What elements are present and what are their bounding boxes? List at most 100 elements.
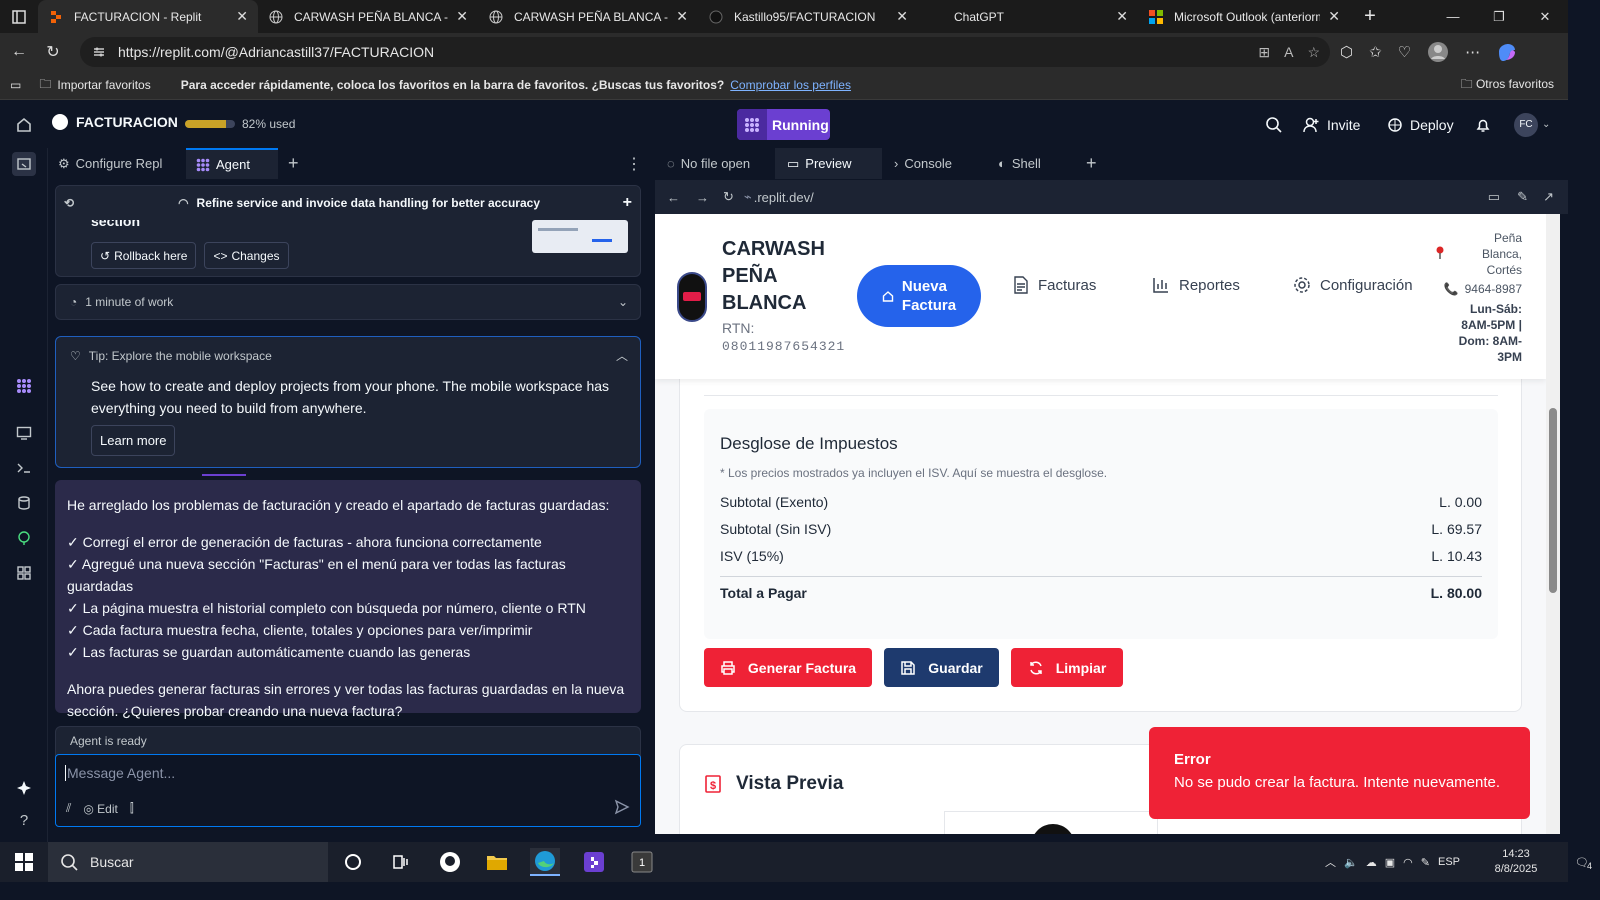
nav-reports[interactable]: Reportes <box>1152 276 1240 294</box>
taskbar-search[interactable]: Buscar <box>48 842 328 882</box>
webview-icon[interactable] <box>12 421 36 445</box>
close-tab-icon[interactable]: ✕ <box>896 8 908 25</box>
clear-button[interactable]: Limpiar <box>1011 648 1123 687</box>
home-icon[interactable] <box>12 113 36 137</box>
edge-icon[interactable] <box>530 848 560 876</box>
carwash-logo[interactable] <box>677 272 707 322</box>
devices-icon[interactable]: ▭ <box>1488 189 1500 205</box>
add-tab-icon[interactable]: + <box>278 148 309 179</box>
volume-icon[interactable]: 🔈 <box>1344 856 1358 869</box>
forward-icon[interactable]: → <box>696 190 709 205</box>
favorite-star-icon[interactable]: ☆ <box>1307 44 1320 61</box>
tab-actions-icon[interactable] <box>0 0 38 33</box>
site-brand[interactable]: CARWASH PEÑA BLANCA <box>722 236 842 317</box>
tab-preview[interactable]: ▭ Preview <box>775 148 882 179</box>
new-invoice-button[interactable]: Nueva Factura <box>857 265 981 327</box>
edit-mode-button[interactable]: ◎ Edit <box>83 802 118 816</box>
browser-tab-outlook[interactable]: Microsoft Outlook (anteriorme ✕ <box>1138 0 1350 33</box>
new-tab-icon[interactable]: + <box>1350 0 1390 33</box>
deployments-icon[interactable] <box>12 526 36 550</box>
address-bar[interactable]: https://replit.com/@Adriancastill37/FACT… <box>80 37 1330 67</box>
open-external-icon[interactable]: ↗ <box>1543 189 1554 205</box>
notification-center[interactable]: 🗨 4 <box>1564 856 1600 871</box>
nav-settings[interactable]: Configuración <box>1293 276 1413 294</box>
files-icon[interactable] <box>12 152 36 176</box>
invite-button[interactable]: Invite <box>1302 109 1360 140</box>
agent-icon[interactable] <box>12 374 36 398</box>
project-title[interactable]: FACTURACION <box>52 114 178 130</box>
tab-no-file[interactable]: ◌ No file open <box>655 148 775 179</box>
scrollbar-thumb[interactable] <box>1549 408 1557 593</box>
help-icon[interactable]: ? <box>12 808 36 832</box>
database-icon[interactable] <box>12 491 36 515</box>
tab-shell[interactable]: ◐ Shell <box>986 148 1074 179</box>
preview-url[interactable]: .replit.dev/ <box>753 189 814 205</box>
close-tab-icon[interactable]: ✕ <box>676 8 688 25</box>
close-tab-icon[interactable]: ✕ <box>456 8 468 25</box>
copilot-icon[interactable] <box>1496 41 1518 63</box>
refresh-icon[interactable]: ↻ <box>36 35 70 69</box>
panel-menu-icon[interactable]: ⋮ <box>616 148 652 179</box>
deploy-button[interactable]: Deploy <box>1387 109 1454 140</box>
chevron-up-icon[interactable]: ︿ <box>1325 854 1336 870</box>
devtools-icon[interactable]: ✎ <box>1517 189 1528 205</box>
back-icon[interactable]: ← <box>667 190 680 205</box>
check-profiles-link[interactable]: Comprobar los perfiles <box>730 78 851 92</box>
user-menu[interactable]: FC ⌄ <box>1514 109 1550 140</box>
other-favorites[interactable]: 🗀 Otros favoritos <box>1461 75 1554 96</box>
wifi-icon[interactable]: ◠ <box>1403 856 1413 869</box>
taskbar-app-icon-2[interactable]: 1 <box>627 848 657 876</box>
browser-tab-chatgpt[interactable]: ChatGPT ✕ <box>918 0 1138 33</box>
maximize-icon[interactable]: ❐ <box>1476 0 1522 33</box>
read-aloud-icon[interactable]: A <box>1284 44 1293 60</box>
attach-icon[interactable]: ⫽ <box>66 801 71 816</box>
browser-tab-carwash-2[interactable]: CARWASH PEÑA BLANCA - Sis ✕ <box>478 0 698 33</box>
github-desktop-icon[interactable] <box>435 848 465 876</box>
add-tab-icon[interactable]: + <box>1074 148 1114 179</box>
close-tab-icon[interactable]: ✕ <box>1328 8 1340 25</box>
screenshot-thumbnail[interactable] <box>532 220 628 253</box>
history-icon[interactable]: ⟲ <box>64 196 74 210</box>
close-tab-icon[interactable]: ✕ <box>1116 8 1128 25</box>
save-button[interactable]: Guardar <box>884 648 999 687</box>
learn-more-button[interactable]: Learn more <box>91 425 176 456</box>
browser-essentials-icon[interactable]: ♡ <box>1398 43 1411 61</box>
windows-start-icon[interactable] <box>9 848 39 876</box>
chevron-down-icon[interactable]: ⌄ <box>618 295 628 309</box>
clock[interactable]: 14:23 8/8/2025 <box>1476 847 1556 877</box>
more-options-icon[interactable]: ⋯ <box>1465 43 1480 61</box>
browser-tab-replit[interactable]: FACTURACION - Replit ✕ <box>38 0 258 33</box>
notifications-icon[interactable] <box>1475 109 1491 140</box>
browser-tab-github[interactable]: Kastillo95/FACTURACION ✕ <box>698 0 918 33</box>
close-tab-icon[interactable]: ✕ <box>236 8 248 25</box>
sparkle-icon[interactable] <box>12 776 36 800</box>
console-icon[interactable] <box>12 456 36 480</box>
pen-icon[interactable]: ✎ <box>1421 856 1430 869</box>
onedrive-icon[interactable]: ☁ <box>1366 856 1377 869</box>
changes-button[interactable]: <> Changes <box>204 242 289 269</box>
meet-now-icon[interactable]: ▣ <box>1385 856 1395 869</box>
import-favorites-link[interactable]: Importar favoritos <box>57 78 150 92</box>
close-window-icon[interactable]: ✕ <box>1522 0 1568 33</box>
task-view-icon[interactable] <box>385 848 415 876</box>
nav-invoices[interactable]: Facturas <box>1013 276 1096 294</box>
generate-invoice-button[interactable]: Generar Factura <box>704 648 872 687</box>
browser-tab-carwash-1[interactable]: CARWASH PEÑA BLANCA - Sis ✕ <box>258 0 478 33</box>
file-explorer-icon[interactable] <box>482 848 512 876</box>
rollback-button[interactable]: ↺ Rollback here <box>91 242 197 269</box>
error-toast[interactable]: Error No se pudo crear la factura. Inten… <box>1149 727 1530 819</box>
minimize-icon[interactable]: — <box>1430 0 1476 33</box>
message-input[interactable]: Message Agent... <box>65 765 175 781</box>
send-icon[interactable] <box>614 799 630 815</box>
cortana-icon[interactable] <box>338 848 368 876</box>
search-icon[interactable] <box>1265 109 1283 140</box>
tab-console[interactable]: › Console <box>882 148 986 179</box>
profile-avatar-icon[interactable] <box>1427 41 1449 63</box>
favorites-icon[interactable]: ✩ <box>1369 43 1382 61</box>
language-indicator[interactable]: ESP <box>1438 856 1460 868</box>
back-icon[interactable]: ← <box>2 35 36 69</box>
work-summary[interactable]: ◔ 1 minute of work ⌄ <box>55 284 641 320</box>
refresh-icon[interactable]: ↻ <box>723 189 734 205</box>
run-status-button[interactable]: Running <box>737 109 830 140</box>
tab-agent[interactable]: Agent <box>186 148 278 179</box>
